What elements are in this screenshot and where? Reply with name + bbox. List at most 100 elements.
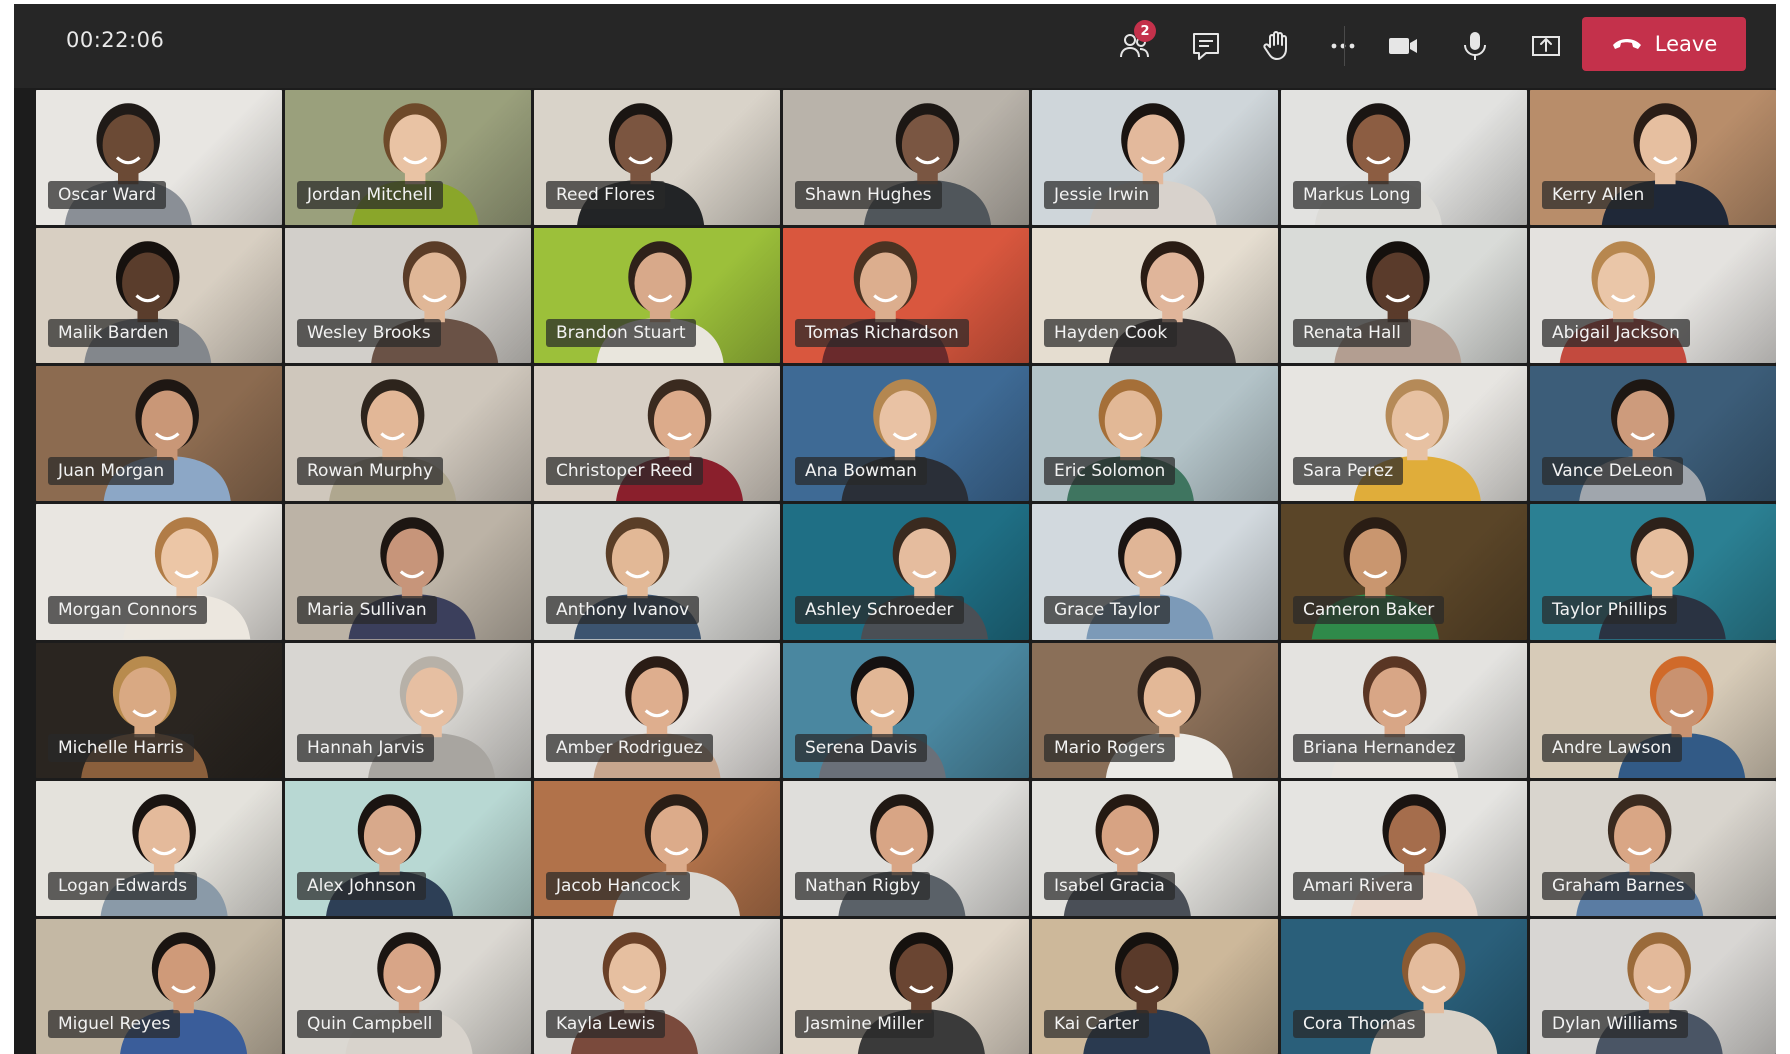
meeting-window: 00:22:06 2 Leave Oscar Ward Jordan Mitch… [14, 4, 1776, 1054]
participant-grid: Oscar Ward Jordan Mitchell Reed Flores Shaw… [36, 90, 1776, 1054]
participant-face [383, 943, 435, 1005]
leave-button[interactable]: Leave [1582, 17, 1746, 71]
participant-tile[interactable]: Miguel Reyes [36, 918, 282, 1054]
participant-tile[interactable]: Kayla Lewis [534, 918, 780, 1054]
participant-tile[interactable]: Oscar Ward [36, 90, 282, 226]
mic-button[interactable] [1448, 20, 1502, 72]
share-icon [1532, 36, 1560, 56]
participant-name: Kayla Lewis [546, 1009, 665, 1038]
participant-face [895, 943, 947, 1005]
participant-face [389, 114, 441, 177]
participant-name: Sara Perez [1293, 457, 1404, 486]
participant-name: Christoper Reed [546, 457, 703, 486]
participant-tile[interactable]: Sara Perez [1281, 366, 1527, 502]
participant-face [1388, 805, 1440, 867]
participant-name: Reed Flores [546, 181, 665, 210]
participant-tile[interactable]: Malik Barden [36, 228, 282, 364]
participant-tile[interactable]: Eric Solomon [1032, 366, 1278, 502]
participant-name: Amber Rodriguez [546, 733, 713, 762]
participant-face [876, 805, 928, 867]
participant-name: Dylan Williams [1542, 1009, 1688, 1038]
participant-tile[interactable]: Brandon Stuart [534, 228, 780, 364]
participant-face [653, 390, 706, 453]
participant-tile[interactable]: Grace Taylor [1032, 504, 1278, 640]
participant-tile[interactable]: Tomas Richardson [783, 228, 1029, 364]
participant-tile[interactable]: Serena Davis [783, 642, 1029, 778]
participant-face [157, 943, 210, 1005]
participant-tile[interactable]: Nathan Rigby [783, 780, 1029, 916]
meeting-toolbar: 00:22:06 2 Leave [14, 4, 1776, 88]
participant-tile[interactable]: Amber Rodriguez [534, 642, 780, 778]
participant-tile[interactable]: Kai Carter [1032, 918, 1278, 1054]
participant-tile[interactable]: Reed Flores [534, 90, 780, 226]
participant-tile[interactable]: Ashley Schroeder [783, 504, 1029, 640]
participant-face [1104, 390, 1157, 453]
participant-tile[interactable]: Renata Hall [1281, 228, 1527, 364]
participant-tile[interactable]: Dylan Williams [1530, 918, 1776, 1054]
participant-tile[interactable]: Jasmine Miller [783, 918, 1029, 1054]
participant-tile[interactable]: Alex Johnson [285, 780, 531, 916]
participant-face [1633, 943, 1685, 1005]
participant-tile[interactable]: Vance DeLeon [1530, 366, 1776, 502]
participant-name: Logan Edwards [48, 871, 198, 900]
participant-face [1352, 114, 1404, 177]
participant-name: Michelle Harris [48, 733, 194, 762]
participant-face [409, 252, 461, 315]
participant-name: Jordan Mitchell [297, 181, 443, 210]
participant-tile[interactable]: Kerry Allen [1530, 90, 1776, 226]
participant-name: Quin Campbell [297, 1009, 443, 1038]
participant-tile[interactable]: Graham Barnes [1530, 780, 1776, 916]
participant-face [1127, 114, 1179, 177]
participant-face [1597, 252, 1649, 315]
participant-tile[interactable]: Hannah Jarvis [285, 642, 531, 778]
participant-name: Maria Sullivan [297, 595, 437, 624]
participant-face [898, 528, 951, 591]
participant-tile[interactable]: Hayden Cook [1032, 228, 1278, 364]
participant-tile[interactable]: Jessie Irwin [1032, 90, 1278, 226]
participant-name: Graham Barnes [1542, 871, 1695, 900]
participant-tile[interactable]: Quin Campbell [285, 918, 531, 1054]
participant-tile[interactable]: Abigail Jackson [1530, 228, 1776, 364]
participant-name: Isabel Gracia [1044, 871, 1175, 900]
toolbar-divider [1344, 26, 1345, 66]
share-screen-button[interactable] [1519, 20, 1573, 72]
participant-tile[interactable]: Michelle Harris [36, 642, 282, 778]
participant-tile[interactable]: Cora Thomas [1281, 918, 1527, 1054]
participant-tile[interactable]: Rowan Murphy [285, 366, 531, 502]
participant-tile[interactable]: Logan Edwards [36, 780, 282, 916]
participant-face [1614, 805, 1666, 867]
participant-face [386, 528, 438, 591]
participant-tile[interactable]: Jacob Hancock [534, 780, 780, 916]
participant-tile[interactable]: Shawn Hughes [783, 90, 1029, 226]
participant-tile[interactable]: Jordan Mitchell [285, 90, 531, 226]
more-button[interactable] [1316, 20, 1370, 72]
participant-tile[interactable]: Isabel Gracia [1032, 780, 1278, 916]
participant-tile[interactable]: Wesley Brooks [285, 228, 531, 364]
participant-tile[interactable]: Amari Rivera [1281, 780, 1527, 916]
participant-tile[interactable]: Cameron Baker [1281, 504, 1527, 640]
participant-tile[interactable]: Andre Lawson [1530, 642, 1776, 778]
participant-face [1369, 667, 1421, 729]
participant-name: Ashley Schroeder [795, 595, 964, 624]
participant-tile[interactable]: Mario Rogers [1032, 642, 1278, 778]
participant-tile[interactable]: Markus Long [1281, 90, 1527, 226]
participant-face [1639, 114, 1691, 177]
phone-hangup-icon [1612, 39, 1641, 49]
chat-button[interactable] [1179, 20, 1233, 72]
participant-tile[interactable]: Christoper Reed [534, 366, 780, 502]
participant-face [1349, 528, 1401, 591]
participant-face [856, 667, 909, 729]
participants-button[interactable]: 2 [1108, 20, 1162, 72]
participant-face [634, 252, 686, 315]
participant-tile[interactable]: Maria Sullivan [285, 504, 531, 640]
participant-tile[interactable]: Briana Hernandez [1281, 642, 1527, 778]
camera-button[interactable] [1376, 20, 1430, 72]
leave-label: Leave [1654, 32, 1718, 56]
participant-name: Briana Hernandez [1293, 733, 1466, 762]
participant-tile[interactable]: Taylor Phillips [1530, 504, 1776, 640]
participant-tile[interactable]: Ana Bowman [783, 366, 1029, 502]
participant-tile[interactable]: Juan Morgan [36, 366, 282, 502]
participant-face [141, 390, 193, 453]
participant-tile[interactable]: Morgan Connors [36, 504, 282, 640]
participant-tile[interactable]: Anthony Ivanov [534, 504, 780, 640]
